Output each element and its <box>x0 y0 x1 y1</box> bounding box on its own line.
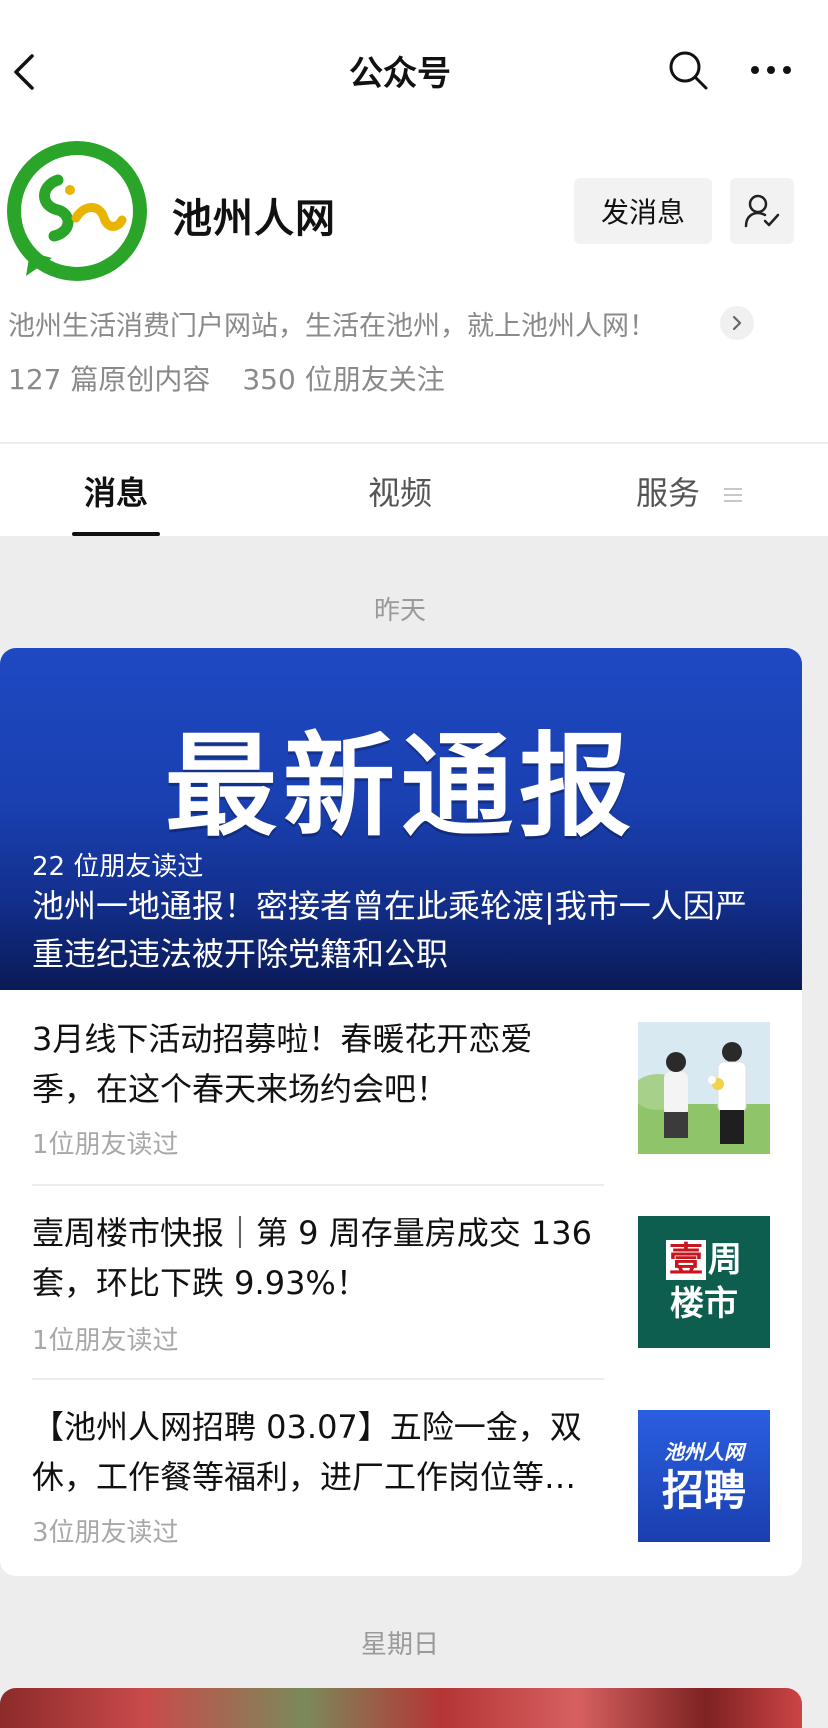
hero-article[interactable]: 最新通报 22 位朋友读过 池州一地通报！密接者曾在此乘轮渡|我市一人因严重违纪… <box>0 648 802 990</box>
account-stats: 127 篇原创内容 350 位朋友关注 <box>8 358 445 398</box>
recruitment-thumbnail: 池州人网 招聘 <box>638 1410 770 1542</box>
more-options-icon[interactable] <box>748 54 794 86</box>
read-count: 1位朋友读过 <box>32 1326 179 1356</box>
article-title: 壹周楼市快报｜第 9 周存量房成交 136 套，环比下跌 9.93%！ <box>32 1214 592 1302</box>
thumb-red-char: 壹 <box>666 1240 706 1280</box>
thumb-line-1: 壹周 <box>666 1238 742 1282</box>
account-logo[interactable] <box>6 140 148 282</box>
tab-bar: 消息 视频 服务 <box>0 444 828 536</box>
article-card: 最新通报 22 位朋友读过 池州一地通报！密接者曾在此乘轮渡|我市一人因严重违纪… <box>0 648 802 1576</box>
article-title: 【池州人网招聘 03.07】五险一金，双休，工作餐等福利，进厂工作岗位等你来 <box>32 1408 582 1496</box>
follower-count[interactable]: 350 位朋友关注 <box>242 363 444 396</box>
list-item[interactable]: 3月线下活动招募啦！春暖花开恋爱季，在这个春天来场约会吧！ 1位朋友读过 <box>0 990 802 1184</box>
read-count: 1位朋友读过 <box>32 1130 179 1160</box>
article-title: 3月线下活动招募啦！春暖花开恋爱季，在这个春天来场约会吧！ <box>32 1020 533 1108</box>
description-expand-button[interactable] <box>720 306 754 340</box>
tab-videos[interactable]: 视频 <box>368 468 432 514</box>
thumb-line-1-rest: 周 <box>708 1240 742 1280</box>
send-message-button[interactable]: 发消息 <box>574 178 712 244</box>
date-label: 星期日 <box>360 1630 439 1660</box>
account-name: 池州人网 <box>172 196 336 242</box>
menu-icon <box>724 488 743 502</box>
tab-services-label: 服务 <box>636 474 701 512</box>
hero-image-text: 最新通报 <box>165 722 637 852</box>
user-check-icon <box>744 194 780 228</box>
couple-thumbnail <box>638 1022 770 1154</box>
tab-services[interactable]: 服务 <box>636 468 744 514</box>
search-icon[interactable] <box>666 48 710 92</box>
list-item[interactable]: 壹周楼市快报｜第 9 周存量房成交 136 套，环比下跌 9.93%！ 1位朋友… <box>0 1184 802 1378</box>
date-label: 昨天 <box>373 596 426 626</box>
original-count[interactable]: 127 篇原创内容 <box>8 363 210 396</box>
following-button[interactable] <box>730 178 794 244</box>
chevron-right-icon <box>732 315 742 331</box>
top-nav-bar: 公众号 <box>0 0 828 140</box>
read-count: 3位朋友读过 <box>32 1518 179 1548</box>
thumb-small-text: 池州人网 <box>664 1439 744 1464</box>
hero-article-title: 池州一地通报！密接者曾在此乘轮渡|我市一人因严重违纪违法被开除党籍和公职 <box>32 887 747 973</box>
account-description[interactable]: 池州生活消费门户网站，生活在池州，就上池州人网！ <box>8 304 656 343</box>
tab-messages[interactable]: 消息 <box>84 468 148 514</box>
thumb-big-text: 招聘 <box>661 1465 746 1515</box>
message-feed: 昨天 最新通报 22 位朋友读过 池州一地通报！密接者曾在此乘轮渡|我市一人因严… <box>0 536 828 1728</box>
thumb-line-2: 楼市 <box>670 1284 738 1324</box>
next-article-image[interactable] <box>0 1688 802 1728</box>
housing-weekly-thumbnail: 壹周 楼市 <box>638 1216 770 1348</box>
hero-read-count: 22 位朋友读过 <box>32 852 204 882</box>
list-item[interactable]: 【池州人网招聘 03.07】五险一金，双休，工作餐等福利，进厂工作岗位等你来 3… <box>0 1378 802 1572</box>
